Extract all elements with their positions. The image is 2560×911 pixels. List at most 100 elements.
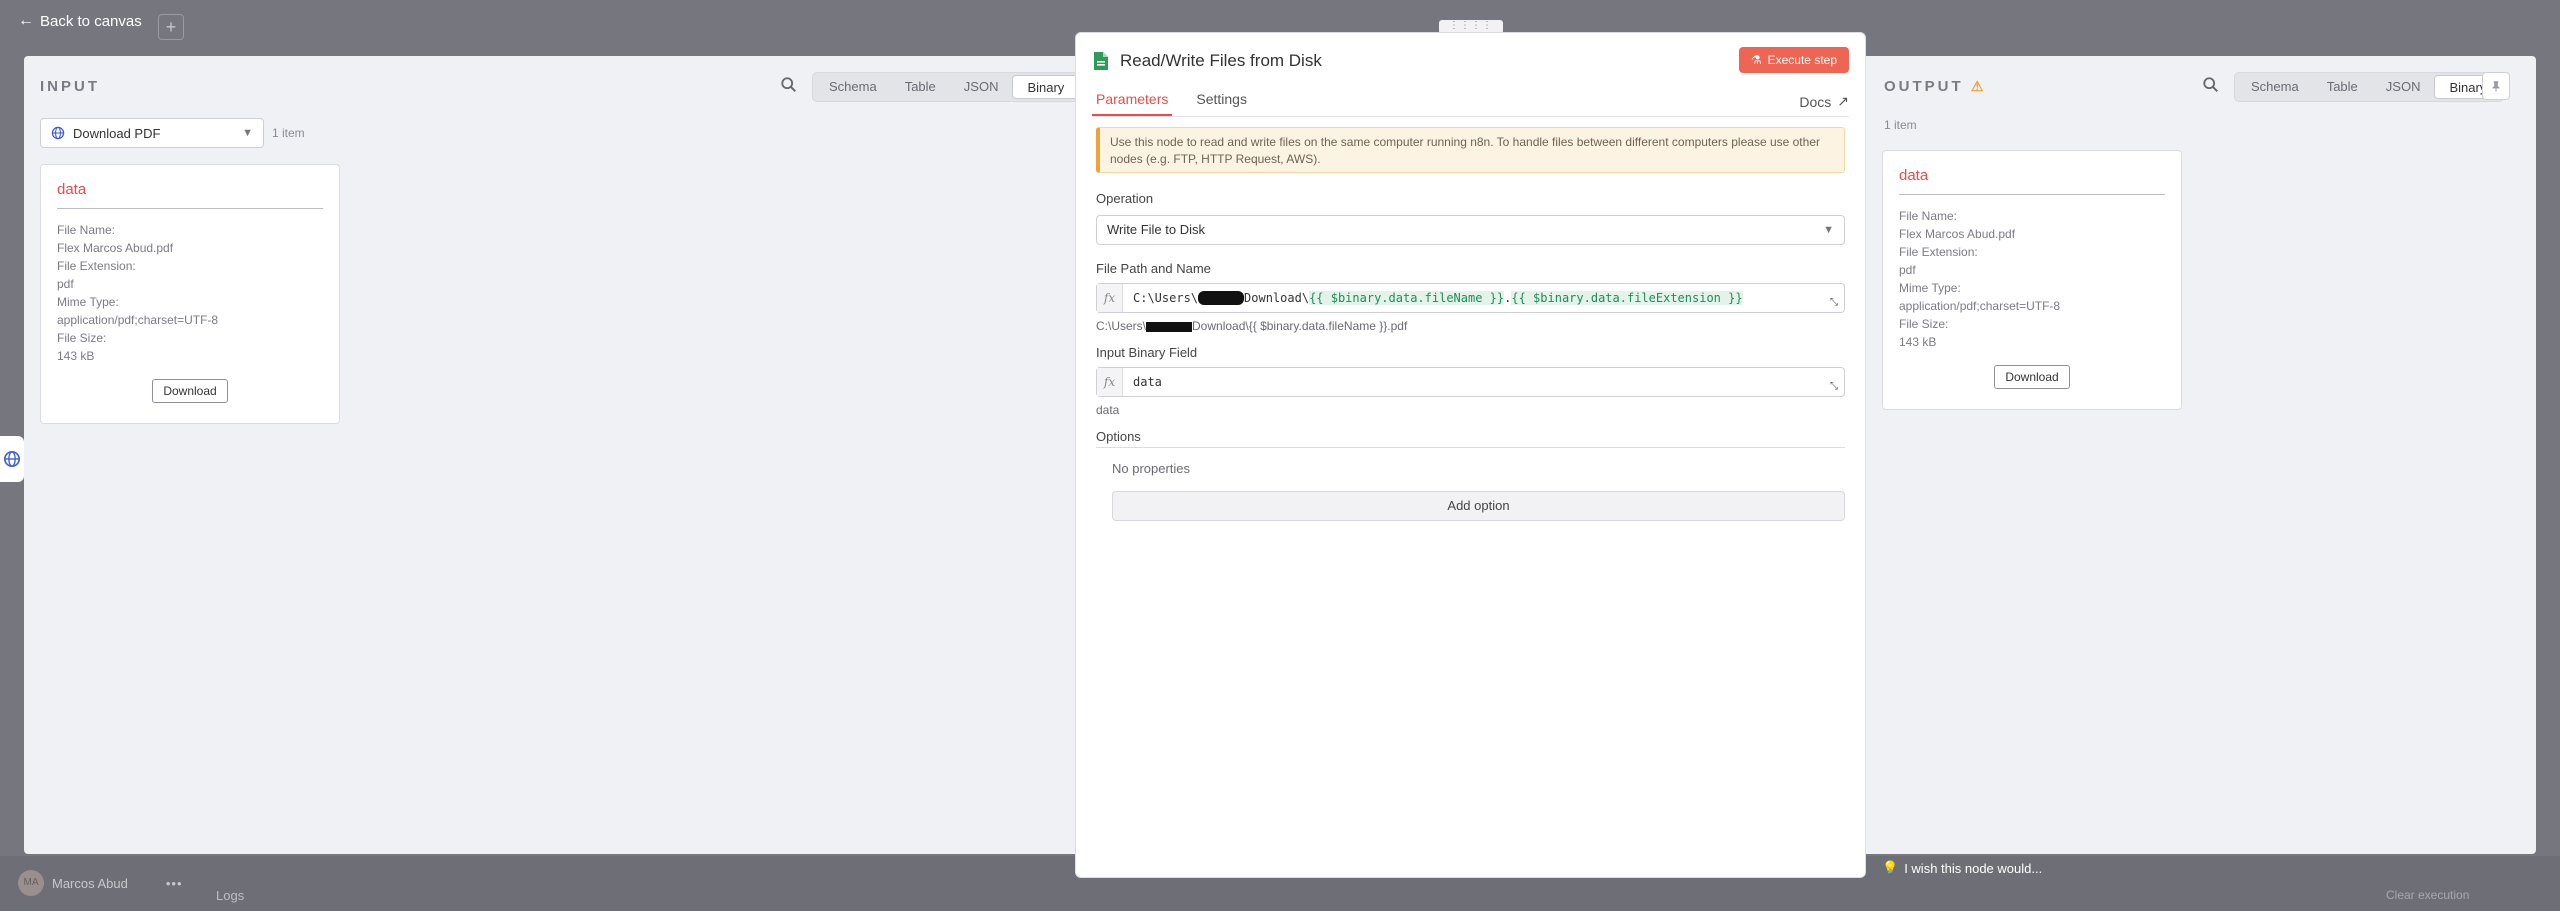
output-title-wrap: OUTPUT ⚠ [1884,78,1983,95]
file-ext-value: pdf [1899,263,1916,277]
node-tabs: Parameters Settings Docs ↗ [1092,87,1849,117]
input-download-button[interactable]: Download [152,379,228,403]
chevron-down-icon: ▼ [242,127,253,139]
binary-field-input[interactable]: fx data ⤡ [1096,367,1845,397]
file-path-input[interactable]: fx C:\Users\ Download\{{ $binary.data.fil… [1096,283,1845,313]
search-icon[interactable] [780,76,798,94]
expand-icon[interactable]: ⤡ [1830,297,1838,308]
globe-node-icon[interactable] [0,436,24,482]
feedback-link[interactable]: 💡 I wish this node would... [1882,860,2042,876]
file-ext-label: File Extension: [57,259,136,273]
binary-field-label: Input Binary Field [1096,345,1198,360]
back-to-canvas-link[interactable]: ← Back to canvas [18,12,142,30]
feedback-label: I wish this node would... [1904,860,2043,876]
file-path-expression-1: {{ $binary.data.fileName }} [1309,290,1505,305]
arrow-left-icon: ← [18,12,34,29]
file-name-label: File Name: [57,223,116,237]
parameters-panel: Read/Write Files from Disk ⚗ Execute ste… [1075,32,1866,878]
back-to-canvas-label: Back to canvas [40,12,142,30]
no-properties-text: No properties [1112,461,1191,476]
pin-icon [2492,81,2500,92]
file-path-middle: Download\ [1244,290,1310,305]
input-title: INPUT [40,78,100,95]
binary-name: data [1899,167,2165,195]
fx-icon: fx [1097,368,1123,396]
output-title: OUTPUT [1884,78,1964,95]
file-path-hint-prefix: C:\Users\ [1096,319,1147,333]
user-chip[interactable]: MA Marcos Abud ••• [18,870,183,896]
add-option-button[interactable]: Add option [1112,491,1845,521]
chevron-down-icon: ▼ [1823,224,1834,236]
size-label: File Size: [57,331,107,345]
size-value: 143 kB [57,349,95,363]
output-view-schema[interactable]: Schema [2237,75,2313,99]
output-view-switcher: Schema Table JSON Binary [2234,72,2505,102]
fx-icon: fx [1097,284,1123,312]
execute-step-label: Execute step [1767,53,1837,67]
file-ext-label: File Extension: [1899,245,1978,259]
mime-value: application/pdf;charset=UTF-8 [1899,299,2061,313]
input-node-select[interactable]: Download PDF ▼ [40,118,264,148]
file-name-value: Flex Marcos Abud.pdf [57,241,174,255]
output-view-table[interactable]: Table [2313,75,2372,99]
lightbulb-icon: 💡 [1882,860,1899,875]
file-name-value: Flex Marcos Abud.pdf [1899,227,2016,241]
avatar: MA [18,870,44,896]
flask-icon: ⚗ [1750,53,1762,67]
input-item-count: 1 item [272,126,305,140]
expand-icon[interactable]: ⤡ [1830,381,1838,392]
docs-link[interactable]: Docs ↗ [1799,87,1849,116]
redacted-mark [1198,291,1245,306]
size-label: File Size: [1899,317,1949,331]
output-search-icon[interactable] [2202,76,2220,94]
binary-name: data [57,181,323,209]
file-icon [1094,52,1108,70]
docs-label: Docs [1799,93,1832,110]
size-value: 143 kB [1899,335,1937,349]
globe-icon [51,126,65,140]
input-node-select-value: Download PDF [73,125,161,141]
user-name: Marcos Abud [52,875,128,891]
options-divider [1096,447,1845,448]
output-view-json[interactable]: JSON [2372,75,2435,99]
external-link-icon: ↗ [1837,93,1849,109]
redacted-mark [1146,321,1193,332]
node-title: Read/Write Files from Disk [1120,51,1322,70]
mime-label: Mime Type: [57,295,119,309]
output-binary-card: data File Name: Flex Marcos Abud.pdf Fil… [1882,150,2182,410]
output-download-button[interactable]: Download [1994,365,2070,389]
file-path-hint-suffix: Download\{{ $binary.data.fileName }}.pdf [1192,319,1408,333]
mime-label: Mime Type: [1899,281,1961,295]
file-path-value: C:\Users\ Download\{{ $binary.data.fileNa… [1123,290,1743,306]
file-path-prefix: C:\Users\ [1133,290,1199,305]
add-node-button[interactable]: + [158,14,184,40]
operation-value: Write File to Disk [1107,222,1205,237]
mime-value: application/pdf;charset=UTF-8 [57,313,219,327]
input-view-switcher: Schema Table JSON Binary [812,72,1083,102]
output-item-count: 1 item [1884,118,1917,132]
more-icon[interactable]: ••• [166,876,183,891]
node-title-wrap: Read/Write Files from Disk [1092,51,1322,71]
logs-label[interactable]: Logs [216,888,244,903]
file-name-label: File Name: [1899,209,1958,223]
operation-label: Operation [1096,191,1154,206]
pin-data-button[interactable] [2482,72,2510,100]
binary-field-value: data [1133,375,1162,389]
input-view-schema[interactable]: Schema [815,75,891,99]
clear-execution-button[interactable]: Clear execution [2386,888,2469,902]
file-path-hint: C:\Users\ Download\{{ $binary.data.fileNa… [1096,319,1407,333]
file-ext-value: pdf [57,277,74,291]
file-path-expression-2: {{ $binary.data.fileExtension }} [1511,290,1743,305]
execute-step-button[interactable]: ⚗ Execute step [1738,47,1849,73]
input-view-json[interactable]: JSON [950,75,1013,99]
notice-box: Use this node to read and write files on… [1096,127,1845,173]
file-path-label: File Path and Name [1096,261,1211,276]
warning-icon: ⚠ [1970,78,1984,94]
operation-select[interactable]: Write File to Disk ▼ [1096,215,1845,245]
input-view-table[interactable]: Table [891,75,950,99]
binary-field-hint: data [1096,403,1120,417]
tab-settings[interactable]: Settings [1196,87,1247,116]
input-binary-card: data File Name: Flex Marcos Abud.pdf Fil… [40,164,340,424]
input-view-binary[interactable]: Binary [1012,75,1080,99]
tab-parameters[interactable]: Parameters [1092,87,1173,116]
